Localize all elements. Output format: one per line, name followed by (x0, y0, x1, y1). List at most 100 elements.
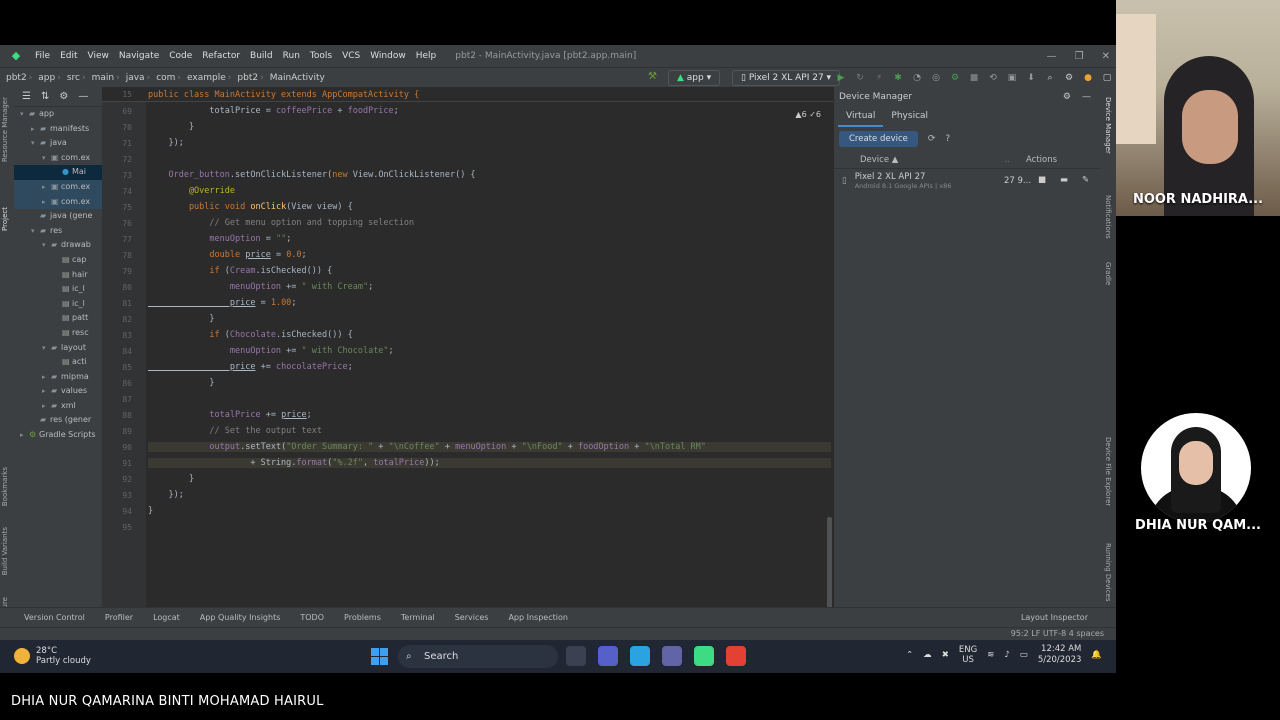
tree-item[interactable]: ▾ ▣ com.ex (14, 151, 102, 166)
breadcrumb-item[interactable]: main (86, 73, 117, 83)
code-line[interactable]: menuOption += " with Cream"; (148, 282, 373, 292)
build-variants-tab[interactable]: Build Variants (1, 527, 9, 575)
gradle-tab[interactable]: Gradle (1104, 262, 1112, 285)
code-line[interactable]: menuOption += " with Chocolate"; (148, 346, 394, 356)
chevron-right-icon[interactable]: ▸ (42, 399, 51, 414)
tree-item[interactable]: ▸ ▣ com.ex (14, 179, 102, 195)
menu-item-file[interactable]: File (30, 51, 55, 61)
edit-icon[interactable]: ✎ (1082, 175, 1089, 185)
tool-tab-app-quality-insights[interactable]: App Quality Insights (200, 613, 281, 622)
run-config-select[interactable]: ▲ app ▾ (668, 70, 721, 86)
tree-item[interactable]: ▰ res (gener (14, 413, 102, 428)
menu-item-run[interactable]: Run (278, 51, 305, 61)
gear-run-icon[interactable]: ⚙ (950, 73, 960, 83)
participant-video-1[interactable]: NOOR NADHIRA... (1116, 0, 1280, 216)
close-icon[interactable]: ✕ (1102, 51, 1110, 62)
hide-panel-icon[interactable]: — (1082, 87, 1091, 107)
code-line[interactable]: // Get menu option and topping selection (148, 218, 414, 228)
code-editor[interactable]: 69 70 71 72 73 74 75 76 77 78 79 80 81 82 83 84 85 86 87 88… (102, 87, 833, 608)
menu-item-edit[interactable]: Edit (55, 51, 82, 61)
help-icon[interactable]: ? (945, 134, 950, 144)
code-line[interactable]: } (148, 378, 214, 388)
code-line[interactable]: if (Cream.isChecked()) { (148, 266, 332, 276)
code-line[interactable]: }); (148, 138, 183, 148)
weather-widget[interactable]: 28°C Partly cloudy (14, 646, 91, 666)
tree-item[interactable]: ▤ cap (14, 253, 102, 268)
chevron-down-icon[interactable]: ▾ (20, 107, 29, 122)
profile-icon[interactable]: ◔ (912, 73, 922, 83)
code-line[interactable]: + String.format("%.2f", totalPrice)); (148, 458, 831, 468)
taskbar-search[interactable]: ⌕ Search (398, 645, 558, 668)
code-line[interactable]: double price = 0.0; (148, 250, 306, 260)
chevron-right-icon[interactable]: ▸ (42, 384, 51, 399)
battery-icon[interactable]: ▭ (1020, 650, 1028, 660)
tool-tab-profiler[interactable]: Profiler (105, 613, 133, 622)
menu-item-code[interactable]: Code (164, 51, 197, 61)
code-line[interactable]: menuOption = ""; (148, 234, 291, 244)
chevron-down-icon[interactable]: ▾ (42, 341, 51, 356)
code-line[interactable]: price += chocolatePrice; (148, 362, 353, 372)
layout-inspector-tab[interactable]: Layout Inspector (1021, 613, 1088, 622)
expand-all-icon[interactable]: ☰ (22, 91, 31, 102)
tree-item[interactable]: ▾ ▰ app (14, 107, 102, 122)
telegram-icon[interactable] (630, 646, 650, 666)
device-manager-tab[interactable]: Device Manager (1104, 97, 1112, 154)
maximize-icon[interactable]: ❐ (1075, 51, 1084, 62)
chevron-down-icon[interactable]: ▾ (42, 151, 51, 166)
code-line[interactable]: }); (148, 490, 183, 500)
code-line[interactable]: } (148, 474, 194, 484)
cloud-icon[interactable]: ☁ (923, 650, 932, 660)
code-line[interactable]: public void onClick(View view) { (148, 202, 353, 212)
code-line[interactable]: } (148, 122, 194, 132)
debug-icon[interactable]: ✱ (893, 73, 903, 83)
clock[interactable]: 12:42 AM 5/20/2023 (1038, 644, 1082, 666)
code-line[interactable]: @Override (148, 186, 235, 196)
options-icon[interactable]: ⚙ (59, 91, 68, 102)
tool-tab-problems[interactable]: Problems (344, 613, 381, 622)
project-tab[interactable]: Project (1, 207, 9, 231)
chevron-right-icon[interactable]: ▸ (42, 180, 51, 195)
breadcrumb-item[interactable]: example (181, 73, 228, 83)
code-line[interactable]: price = 1.00; (148, 298, 297, 308)
tool-tab-logcat[interactable]: Logcat (153, 613, 180, 622)
language-indicator[interactable]: ENG US (959, 645, 977, 665)
bookmarks-tab[interactable]: Bookmarks (1, 467, 9, 506)
chevron-right-icon[interactable]: ▸ (20, 428, 29, 443)
breadcrumb-item[interactable]: pbt2 (0, 73, 29, 83)
tree-item[interactable]: ▤ acti (14, 355, 102, 370)
resource-manager-tab[interactable]: Resource Manager (1, 97, 9, 162)
breadcrumb-item[interactable]: pbt2 (231, 73, 260, 83)
notification-bell-icon[interactable]: 🔔 (1091, 650, 1102, 660)
code-line[interactable]: } (148, 314, 214, 324)
tool-tab-version-control[interactable]: Version Control (24, 613, 85, 622)
tree-item[interactable]: ▤ ic_l (14, 297, 102, 312)
menu-item-build[interactable]: Build (245, 51, 278, 61)
folder-icon[interactable]: ▬ (1060, 175, 1068, 185)
tree-item[interactable]: ▤ patt (14, 311, 102, 326)
device-row[interactable]: ▯ Pixel 2 XL API 27 Android 8.1 Google A… (834, 169, 1101, 193)
apply-changes-icon[interactable]: ⚡ (874, 73, 884, 83)
menu-item-vcs[interactable]: VCS (337, 51, 365, 61)
file-explorer-icon[interactable] (566, 646, 586, 666)
tab-physical[interactable]: Physical (883, 107, 936, 127)
mic-muted-icon[interactable]: ✖ (942, 650, 949, 660)
tree-item[interactable]: ▸ ▰ manifests (14, 122, 102, 137)
tab-virtual[interactable]: Virtual (838, 107, 884, 127)
collapse-all-icon[interactable]: ⇅ (41, 91, 49, 102)
account-icon[interactable]: ▢ (1102, 73, 1112, 83)
tree-item[interactable]: ▾ ▰ java (14, 136, 102, 151)
run-icon[interactable]: ▶ (836, 73, 846, 83)
tree-item[interactable]: ▤ resc (14, 326, 102, 341)
chat-icon[interactable] (598, 646, 618, 666)
device-file-explorer-tab[interactable]: Device File Explorer (1104, 437, 1112, 506)
code-line[interactable]: if (Chocolate.isChecked()) { (148, 330, 352, 340)
build-hammer-icon[interactable]: ⚒ (648, 71, 657, 82)
volume-icon[interactable]: ♪ (1004, 650, 1009, 660)
running-devices-tab[interactable]: Running Devices (1104, 543, 1112, 602)
menu-item-window[interactable]: Window (365, 51, 411, 61)
update-icon[interactable]: ● (1083, 73, 1093, 83)
tool-tab-todo[interactable]: TODO (300, 613, 324, 622)
wifi-icon[interactable]: ≋ (987, 650, 994, 660)
menu-item-view[interactable]: View (83, 51, 114, 61)
hide-icon[interactable]: — (78, 91, 88, 102)
